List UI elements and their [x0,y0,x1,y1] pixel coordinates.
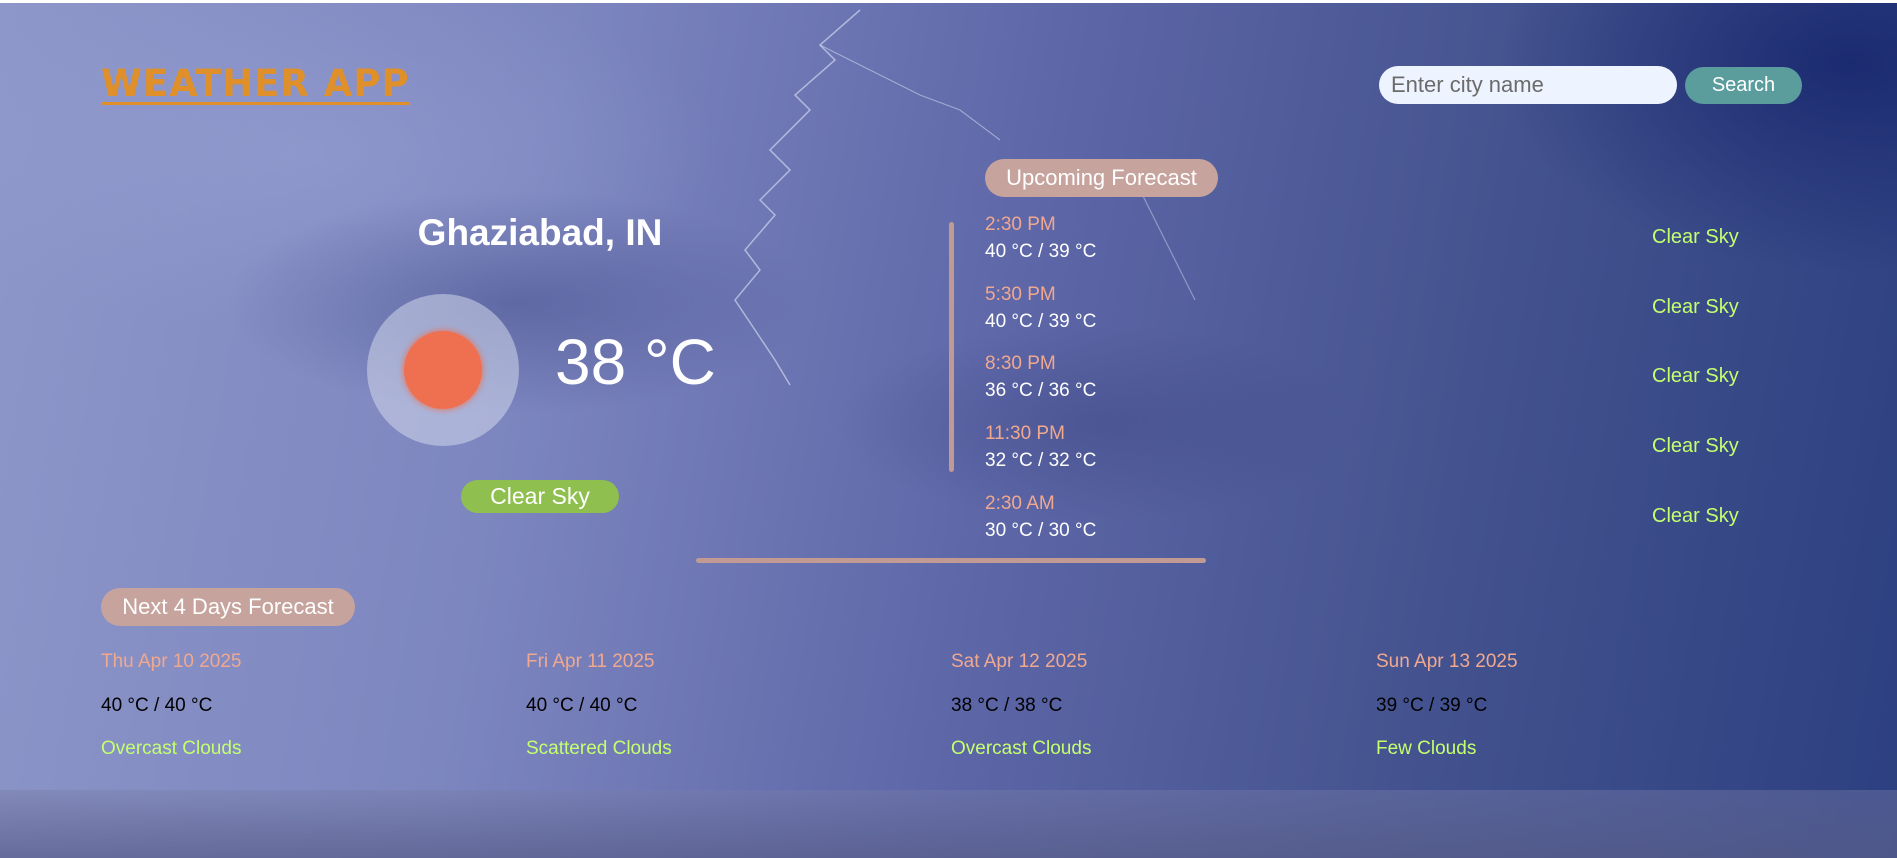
forecast-row: 2:30 AM 30 °C / 30 °C Clear Sky [985,493,1785,549]
sun-icon [404,331,482,409]
search-button[interactable]: Search [1685,67,1802,104]
day-condition: Overcast Clouds [101,738,242,759]
forecast-temps: 30 °C / 30 °C [985,520,1097,541]
day-card: Fri Apr 11 2025 40 °C / 40 °C Scattered … [526,651,826,760]
forecast-condition: Clear Sky [1652,226,1739,248]
current-temperature: 38 °C [555,326,716,398]
forecast-temps: 40 °C / 39 °C [985,311,1097,332]
day-date: Fri Apr 11 2025 [526,651,655,672]
day-card: Sat Apr 12 2025 38 °C / 38 °C Overcast C… [951,651,1251,760]
forecast-condition: Clear Sky [1652,296,1739,318]
forecast-condition: Clear Sky [1652,365,1739,387]
forecast-temps: 40 °C / 39 °C [985,241,1097,262]
day-date: Sun Apr 13 2025 [1376,651,1518,672]
day-temps: 39 °C / 39 °C [1376,695,1488,716]
forecast-time: 11:30 PM [985,423,1065,444]
city-search-input[interactable] [1379,66,1677,104]
forecast-row: 5:30 PM 40 °C / 39 °C Clear Sky [985,284,1785,340]
horizontal-divider [696,558,1206,563]
forecast-time: 5:30 PM [985,284,1056,305]
day-condition: Overcast Clouds [951,738,1092,759]
forecast-time: 2:30 PM [985,214,1056,235]
forecast-time: 8:30 PM [985,353,1056,374]
day-card: Thu Apr 10 2025 40 °C / 40 °C Overcast C… [101,651,401,760]
day-date: Sat Apr 12 2025 [951,651,1088,672]
forecast-condition: Clear Sky [1652,505,1739,527]
app-logo[interactable]: WEATHER APP [101,62,410,105]
forecast-temps: 32 °C / 32 °C [985,450,1097,471]
day-condition: Scattered Clouds [526,738,672,759]
forecast-temps: 36 °C / 36 °C [985,380,1097,401]
forecast-time: 2:30 AM [985,493,1055,514]
upcoming-forecast-title: Upcoming Forecast [985,159,1218,197]
next-days-title: Next 4 Days Forecast [101,588,355,626]
day-temps: 38 °C / 38 °C [951,695,1063,716]
current-condition-badge: Clear Sky [461,480,619,513]
day-card: Sun Apr 13 2025 39 °C / 39 °C Few Clouds [1376,651,1676,760]
forecast-condition: Clear Sky [1652,435,1739,457]
current-location: Ghaziabad, IN [417,212,663,253]
weather-icon-container [367,294,519,446]
day-date: Thu Apr 10 2025 [101,651,242,672]
day-temps: 40 °C / 40 °C [526,695,638,716]
forecast-row: 2:30 PM 40 °C / 39 °C Clear Sky [985,214,1785,270]
day-condition: Few Clouds [1376,738,1477,759]
forecast-row: 11:30 PM 32 °C / 32 °C Clear Sky [985,423,1785,479]
forecast-row: 8:30 PM 36 °C / 36 °C Clear Sky [985,353,1785,409]
vertical-divider [949,222,954,472]
day-temps: 40 °C / 40 °C [101,695,213,716]
